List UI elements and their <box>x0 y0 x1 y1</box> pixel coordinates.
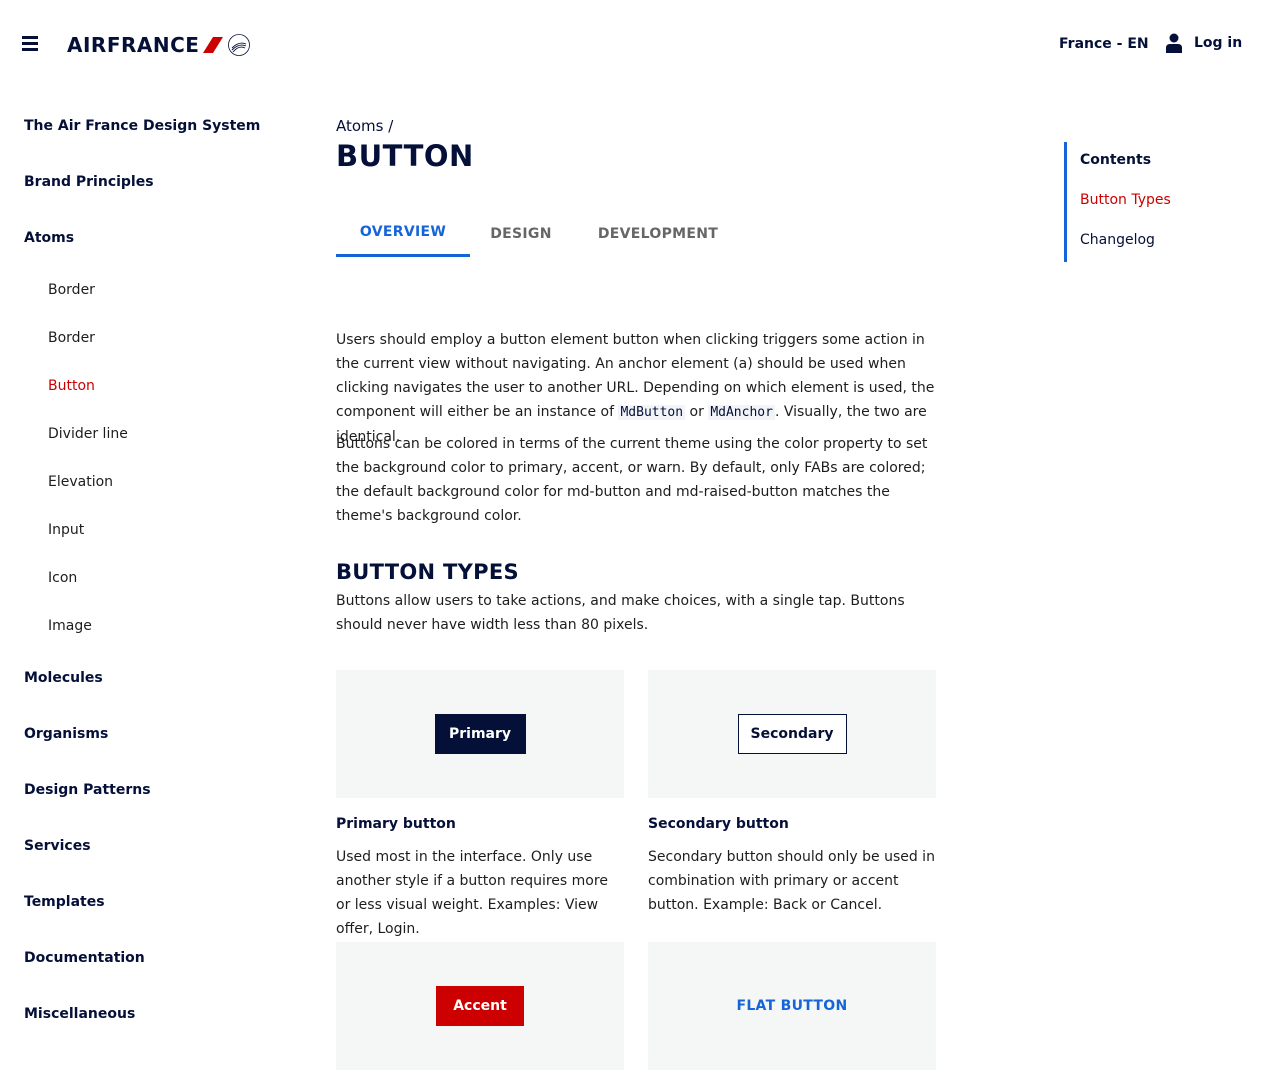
contents-link-changelog[interactable]: Changelog <box>1080 232 1155 248</box>
sidebar-item-documentation[interactable]: Documentation <box>24 950 145 966</box>
sidebar-item-elevation[interactable]: Elevation <box>48 474 113 490</box>
sidebar-item-divider-line[interactable]: Divider line <box>48 426 128 442</box>
user-icon <box>1166 33 1182 53</box>
primary-button-title: Primary button <box>336 816 456 832</box>
top-header: AIRFRANCE France - EN Log in <box>0 0 1272 88</box>
breadcrumb: Atoms / <box>336 117 393 135</box>
tab-development[interactable]: DEVELOPMENT <box>572 210 744 257</box>
sidebar-item-organisms[interactable]: Organisms <box>24 726 108 742</box>
contents-rail: Contents Button Types Changelog <box>1064 142 1254 262</box>
flat-button-preview-card: FLAT BUTTON <box>648 942 936 1070</box>
breadcrumb-separator: / <box>388 117 394 135</box>
sidebar-item-input[interactable]: Input <box>48 522 84 538</box>
sidebar-item-molecules[interactable]: Molecules <box>24 670 103 686</box>
sidebar-item-border[interactable]: Border <box>48 282 95 298</box>
skyteam-seal-icon <box>228 34 251 56</box>
sidebar-item-border-2[interactable]: Border <box>48 330 95 346</box>
code-mdanchor: MdAnchor <box>708 405 775 420</box>
secondary-button-title: Secondary button <box>648 816 789 832</box>
sidebar-item-atoms[interactable]: Atoms <box>24 230 74 246</box>
logo-wordmark: AIRFRANCE <box>67 33 200 57</box>
tab-bar: OVERVIEW DESIGN DEVELOPMENT <box>336 210 744 258</box>
login-label: Log in <box>1194 35 1243 51</box>
code-mdbutton: MdButton <box>618 405 686 420</box>
sidebar-item-services[interactable]: Services <box>24 838 91 854</box>
hamburger-menu-icon[interactable] <box>22 36 38 52</box>
contents-link-button-types[interactable]: Button Types <box>1080 192 1171 208</box>
secondary-button-description: Secondary button should only be used in … <box>648 849 935 913</box>
tab-overview[interactable]: OVERVIEW <box>336 210 470 257</box>
sidebar-item-design-patterns[interactable]: Design Patterns <box>24 782 151 798</box>
airfrance-logo[interactable]: AIRFRANCE <box>67 30 251 60</box>
sidebar-item-button[interactable]: Button <box>48 378 95 394</box>
intro-paragraph-1: Users should employ a button element but… <box>336 328 938 449</box>
intro-paragraph-2: Buttons can be colored in terms of the c… <box>336 436 928 524</box>
sidebar-item-icon[interactable]: Icon <box>48 570 77 586</box>
button-types-description: Buttons allow users to take actions, and… <box>336 593 905 633</box>
accent-button[interactable]: Accent <box>436 986 524 1026</box>
primary-button-preview-card: Primary <box>336 670 624 798</box>
contents-heading: Contents <box>1080 152 1152 168</box>
logo-stripe-icon <box>203 37 224 53</box>
sidebar-item-miscellaneous[interactable]: Miscellaneous <box>24 1006 135 1022</box>
section-title-button-types: BUTTON TYPES <box>336 560 519 584</box>
login-button[interactable]: Log in <box>1166 33 1242 53</box>
breadcrumb-atoms-link[interactable]: Atoms <box>336 117 383 135</box>
flat-button[interactable]: FLAT BUTTON <box>736 998 847 1014</box>
secondary-button-preview-card: Secondary <box>648 670 936 798</box>
sidebar-item-image[interactable]: Image <box>48 618 92 634</box>
accent-button-preview-card: Accent <box>336 942 624 1070</box>
primary-button-description: Used most in the interface. Only use ano… <box>336 849 608 937</box>
sidebar-item-brand-principles[interactable]: Brand Principles <box>24 174 154 190</box>
primary-button[interactable]: Primary <box>434 714 526 754</box>
sidebar-item-templates[interactable]: Templates <box>24 894 105 910</box>
secondary-button[interactable]: Secondary <box>737 714 847 754</box>
page-title: BUTTON <box>336 139 474 173</box>
intro-text-or: or <box>685 404 709 420</box>
tab-design[interactable]: DESIGN <box>470 210 572 257</box>
locale-selector[interactable]: France - EN <box>1059 36 1149 52</box>
sidebar-item-design-system[interactable]: The Air France Design System <box>24 118 260 134</box>
